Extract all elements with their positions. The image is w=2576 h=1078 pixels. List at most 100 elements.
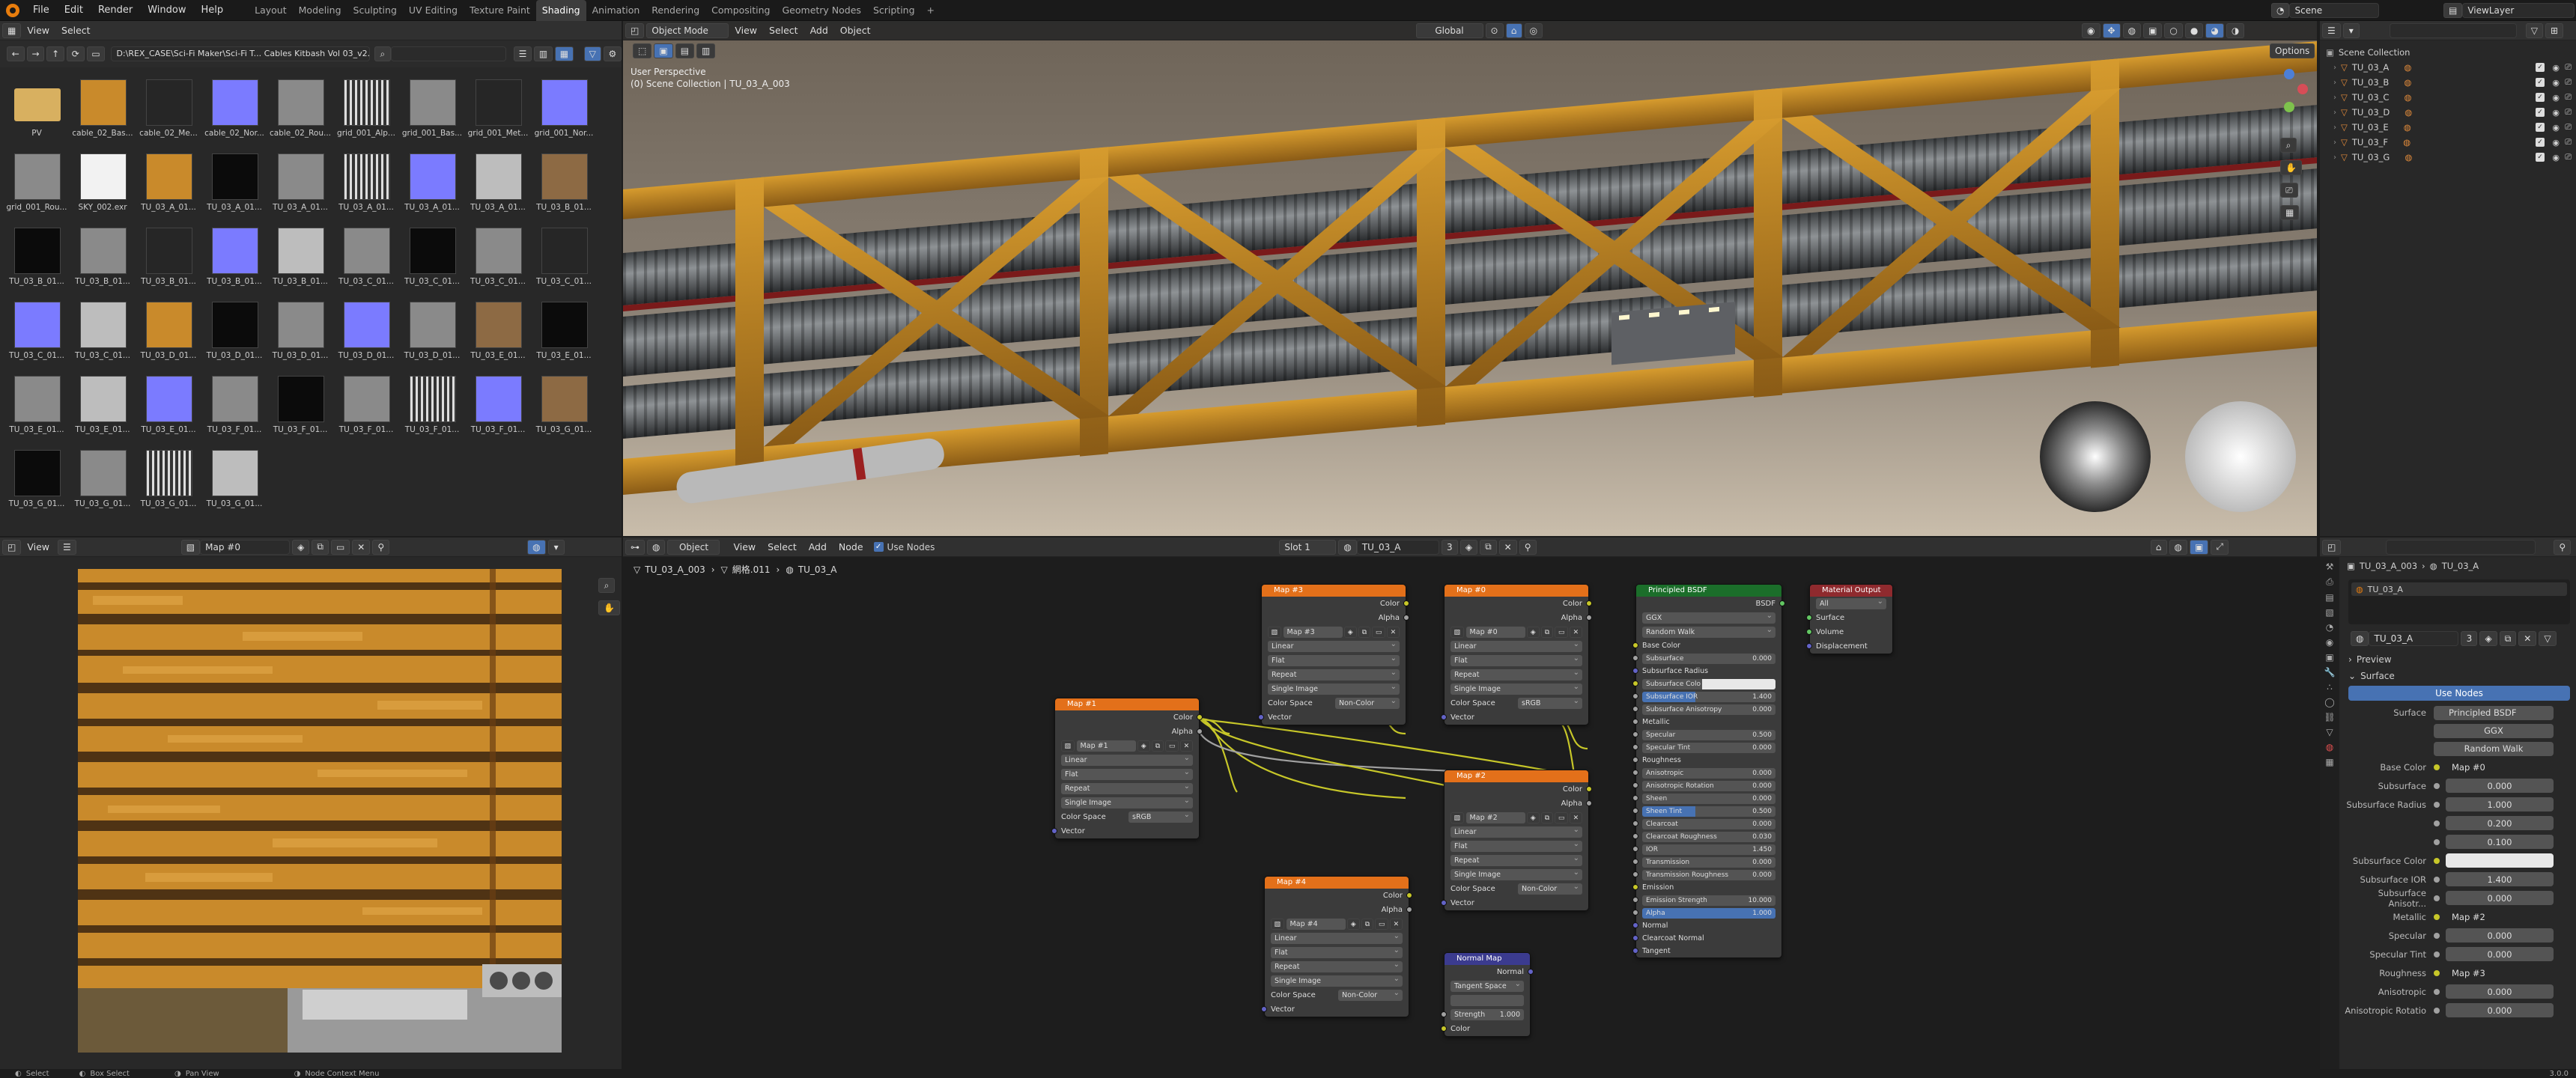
refresh-icon[interactable]: ⟳ (66, 46, 85, 61)
property-value[interactable]: 0.000 (2446, 928, 2554, 943)
input-socket[interactable] (1806, 629, 1812, 635)
back-arrow-icon[interactable]: ← (7, 46, 25, 61)
bsdf-input[interactable]: Normal (1632, 919, 1781, 932)
outliner-item[interactable]: › ▽ TU_03_C ◍ ✓ ◉ ⎚ (2320, 90, 2576, 105)
value-slider[interactable]: Subsurface Anisotropy 0.000 (1642, 704, 1775, 715)
file-thumbnail[interactable]: cable_02_Me... (136, 79, 201, 148)
add-workspace-button[interactable]: + (921, 0, 941, 21)
scene-name[interactable]: Scene (2289, 3, 2380, 18)
outliner-item[interactable]: › ▽ TU_03_G ◍ ✓ ◉ ⎚ (2320, 150, 2576, 165)
camera-render-icon[interactable]: ⎚ (2565, 107, 2572, 118)
input-socket[interactable] (1632, 795, 1638, 801)
value-slider[interactable]: Subsurface IOR 1.400 (1642, 691, 1775, 702)
bsdf-input[interactable]: Alpha 1.000 (1632, 907, 1781, 919)
tab-animation[interactable]: Animation (586, 0, 646, 21)
interp-dropdown[interactable]: Linear (1271, 931, 1403, 944)
value-slider[interactable]: Specular Tint 0.000 (1642, 742, 1775, 753)
proj-dropdown[interactable]: Flat (1268, 653, 1400, 666)
duplicate-image-icon[interactable]: ⧉ (1361, 919, 1374, 930)
file-thumbnail[interactable]: TU_03_B_01... (70, 228, 135, 296)
eye-icon[interactable]: ◉ (2552, 153, 2560, 162)
view-layer-selector[interactable]: ▤ ViewLayer (2441, 3, 2575, 18)
property-value[interactable]: 0.000 (2446, 891, 2554, 905)
bsdf-input[interactable]: Anisotropic Rotation 0.000 (1632, 779, 1781, 792)
input-socket[interactable] (1632, 668, 1638, 674)
forward-arrow-icon[interactable]: → (26, 46, 45, 61)
display-channels-icon[interactable]: ▾ (547, 539, 565, 555)
image-browse-icon[interactable]: ▧ (1450, 627, 1464, 638)
duplicate-image-icon[interactable]: ⧉ (1151, 740, 1164, 752)
property-value[interactable]: Map #2 (2446, 910, 2554, 924)
exclude-checkbox[interactable]: ✓ (2536, 78, 2545, 87)
bsdf-input[interactable]: Transmission 0.000 (1632, 856, 1781, 868)
color-out-socket[interactable] (1586, 600, 1592, 606)
view-layer-tab-icon[interactable]: ▧ (2325, 607, 2333, 618)
tab-uv-editing[interactable]: UV Editing (403, 0, 464, 21)
file-thumbnail[interactable]: TU_03_E_01... (466, 302, 530, 371)
file-thumbnail[interactable]: TU_03_G_01... (202, 450, 267, 519)
input-socket[interactable] (1632, 871, 1638, 877)
unlink-close-icon[interactable]: ✕ (2518, 631, 2537, 646)
file-thumbnail[interactable]: grid_001_Nor... (532, 79, 596, 148)
viewport-menu-add[interactable]: Add (804, 25, 834, 36)
menu-window[interactable]: Window (140, 0, 193, 21)
color-in-socket[interactable] (1441, 1026, 1447, 1032)
tab-compositing[interactable]: Compositing (705, 0, 776, 21)
value-slider[interactable]: Sheen Tint 0.500 (1642, 806, 1775, 817)
pin-icon[interactable]: ⚲ (2554, 539, 2572, 555)
file-thumbnail[interactable]: TU_03_C_01... (400, 228, 464, 296)
fake-user-shield-icon[interactable]: ◈ (2479, 631, 2497, 646)
mode-dropdown[interactable]: Object Mode (646, 22, 729, 38)
value-slider[interactable]: Subsurface 0.000 (1642, 653, 1775, 664)
file-thumbnail[interactable]: TU_03_C_01... (532, 228, 596, 296)
tab-layout[interactable]: Layout (249, 0, 293, 21)
input-socket[interactable] (1632, 859, 1638, 865)
material-name-field[interactable]: TU_03_A (2369, 631, 2459, 646)
camera-render-icon[interactable]: ⎚ (2565, 62, 2572, 73)
uv-map-field[interactable] (1450, 995, 1524, 1006)
file-thumbnail[interactable]: TU_03_G_01... (70, 450, 135, 519)
input-socket[interactable] (1632, 910, 1638, 916)
property-value[interactable]: 0.000 (2446, 779, 2554, 793)
bsdf-input[interactable]: Subsurface 0.000 (1632, 652, 1781, 665)
chevron-right-icon[interactable]: › (2333, 124, 2336, 132)
camera-render-icon[interactable]: ⎚ (2565, 152, 2572, 162)
node-normal-map[interactable]: Normal Map Normal Tangent Space Strength… (1441, 952, 1534, 1037)
value-slider[interactable]: IOR 1.450 (1642, 844, 1775, 855)
file-thumbnail[interactable]: TU_03_B_01... (136, 228, 201, 296)
file-thumbnail[interactable]: grid_001_Alp... (334, 79, 398, 148)
3d-viewport[interactable]: ◰ Object Mode View Select Add Object Global… (623, 21, 2317, 536)
eye-icon[interactable]: ◉ (2552, 123, 2560, 133)
file-thumbnail[interactable]: TU_03_A_01... (268, 153, 332, 222)
ext-dropdown[interactable]: Repeat (1450, 667, 1582, 680)
proj-dropdown[interactable]: Flat (1271, 945, 1403, 958)
tool-select-subtract-icon[interactable]: ▥ (696, 43, 716, 58)
tab-scripting[interactable]: Scripting (867, 0, 921, 21)
value-slider[interactable]: Emission Strength 10.000 (1642, 895, 1775, 906)
duplicate-image-icon[interactable]: ⧉ (1540, 812, 1554, 823)
surface-shader-field[interactable]: Principled BSDF (2434, 705, 2554, 720)
eye-icon[interactable]: ◉ (2552, 63, 2560, 73)
property-value[interactable]: 0.000 (2446, 947, 2554, 961)
editor-type-icon[interactable]: ◰ (2, 539, 22, 555)
input-socket[interactable] (1632, 655, 1638, 661)
outliner-item[interactable]: › ▽ TU_03_B ◍ ✓ ◉ ⎚ (2320, 75, 2576, 90)
input-socket[interactable] (1632, 693, 1638, 699)
property-value[interactable]: 0.000 (2446, 984, 2554, 999)
property-value[interactable] (2446, 853, 2554, 868)
image-name-field[interactable]: Map #0 (200, 539, 291, 555)
value-slider[interactable]: Subsurface Colo (1642, 678, 1775, 689)
bsdf-input[interactable]: Sheen Tint 0.500 (1632, 805, 1781, 817)
zoom-icon[interactable]: ⌕ (2280, 138, 2297, 153)
value-slider[interactable]: Anisotropic 0.000 (1642, 767, 1775, 779)
settings-gear-icon[interactable]: ⚙ (603, 46, 622, 61)
file-thumbnail[interactable]: TU_03_E_01... (136, 376, 201, 445)
file-thumbnail[interactable]: TU_03_F_01... (268, 376, 332, 445)
eye-icon[interactable]: ◉ (2552, 108, 2560, 118)
chevron-right-icon[interactable]: › (2333, 138, 2336, 147)
input-socket[interactable] (1632, 897, 1638, 903)
shading-wire-icon[interactable]: ○ (2164, 22, 2183, 38)
vector-in-socket[interactable] (1051, 828, 1057, 834)
image-name-field[interactable]: Map #1 (1076, 740, 1136, 752)
new-folder-icon[interactable]: ▭ (86, 46, 106, 61)
